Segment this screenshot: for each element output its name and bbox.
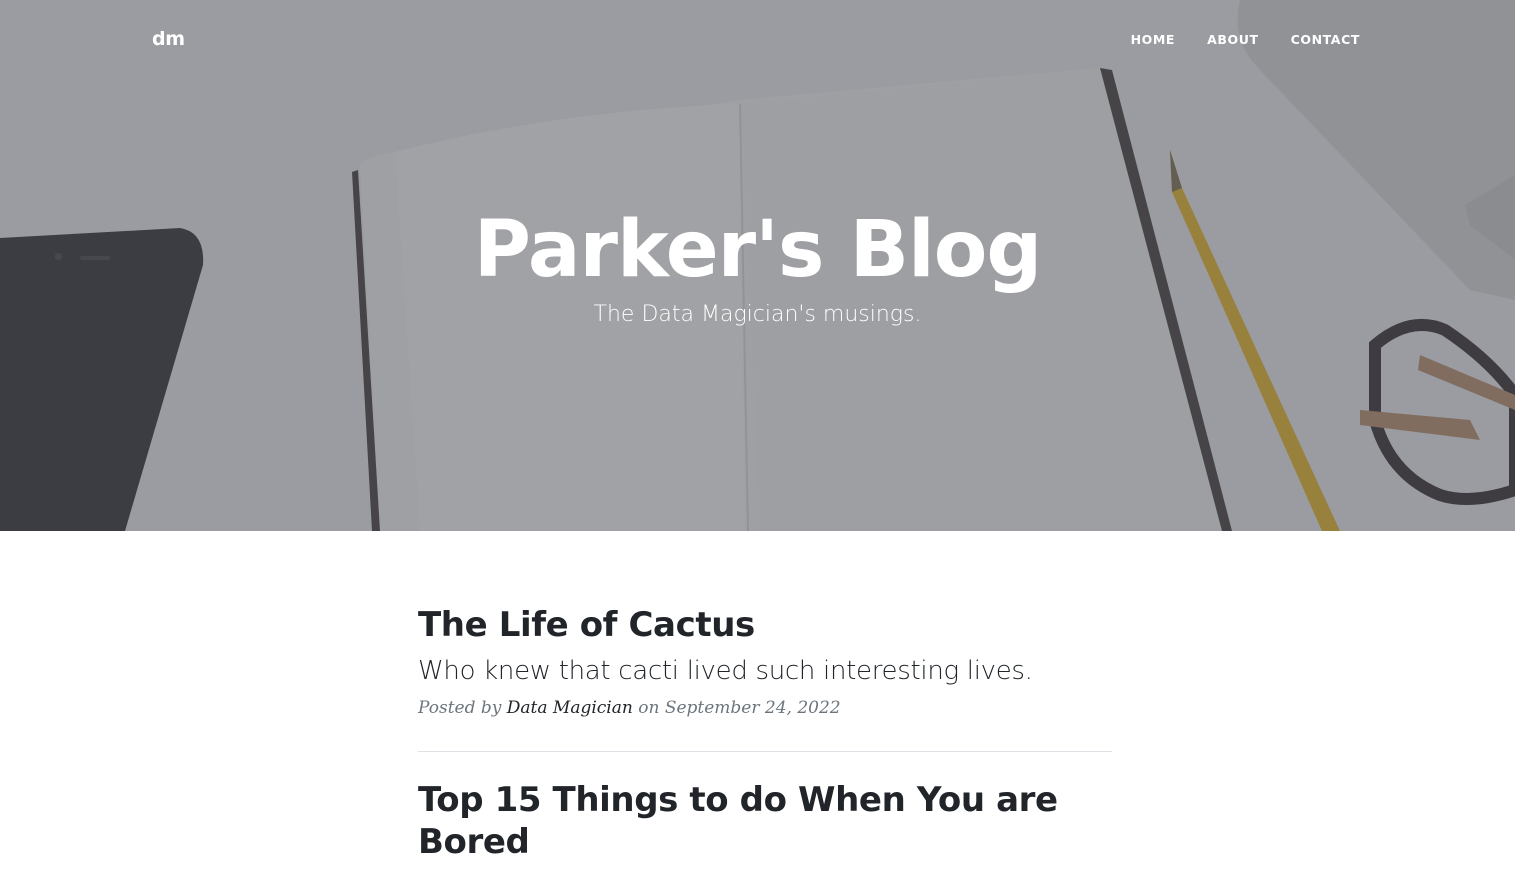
post-preview: The Life of Cactus Who knew that cacti l…: [418, 605, 1112, 718]
post-title[interactable]: Top 15 Things to do When You are Bored: [418, 780, 1112, 863]
site-title: Parker's Blog: [473, 205, 1042, 295]
post-link[interactable]: The Life of Cactus Who knew that cacti l…: [418, 605, 1112, 686]
post-meta-prefix: Posted by: [418, 698, 502, 719]
post-author-link[interactable]: Data Magician: [507, 698, 633, 718]
nav-links: HOME ABOUT CONTACT: [1099, 32, 1360, 47]
nav-link-contact[interactable]: CONTACT: [1291, 32, 1360, 47]
post-list: The Life of Cactus Who knew that cacti l…: [418, 605, 1112, 863]
navbar-brand[interactable]: dm: [152, 28, 185, 50]
post-divider: [418, 751, 1112, 753]
post-date: September 24, 2022: [664, 698, 841, 719]
post-meta-on: on: [638, 698, 660, 719]
post-meta: Posted by Data Magician on September 24,…: [418, 698, 1112, 718]
navbar: dm HOME ABOUT CONTACT: [0, 0, 1515, 80]
site-subtitle: The Data Magician's musings.: [593, 302, 922, 327]
hero-header: dm HOME ABOUT CONTACT Parker's Blog The …: [0, 0, 1515, 531]
post-link[interactable]: Top 15 Things to do When You are Bored: [418, 780, 1112, 863]
hero-heading: Parker's Blog The Data Magician's musing…: [0, 200, 1515, 327]
nav-link-about[interactable]: ABOUT: [1207, 32, 1259, 47]
post-preview: Top 15 Things to do When You are Bored: [418, 780, 1112, 863]
post-subtitle[interactable]: Who knew that cacti lived such interesti…: [418, 656, 1112, 686]
post-title[interactable]: The Life of Cactus: [418, 605, 1112, 646]
nav-link-home[interactable]: HOME: [1131, 32, 1175, 47]
